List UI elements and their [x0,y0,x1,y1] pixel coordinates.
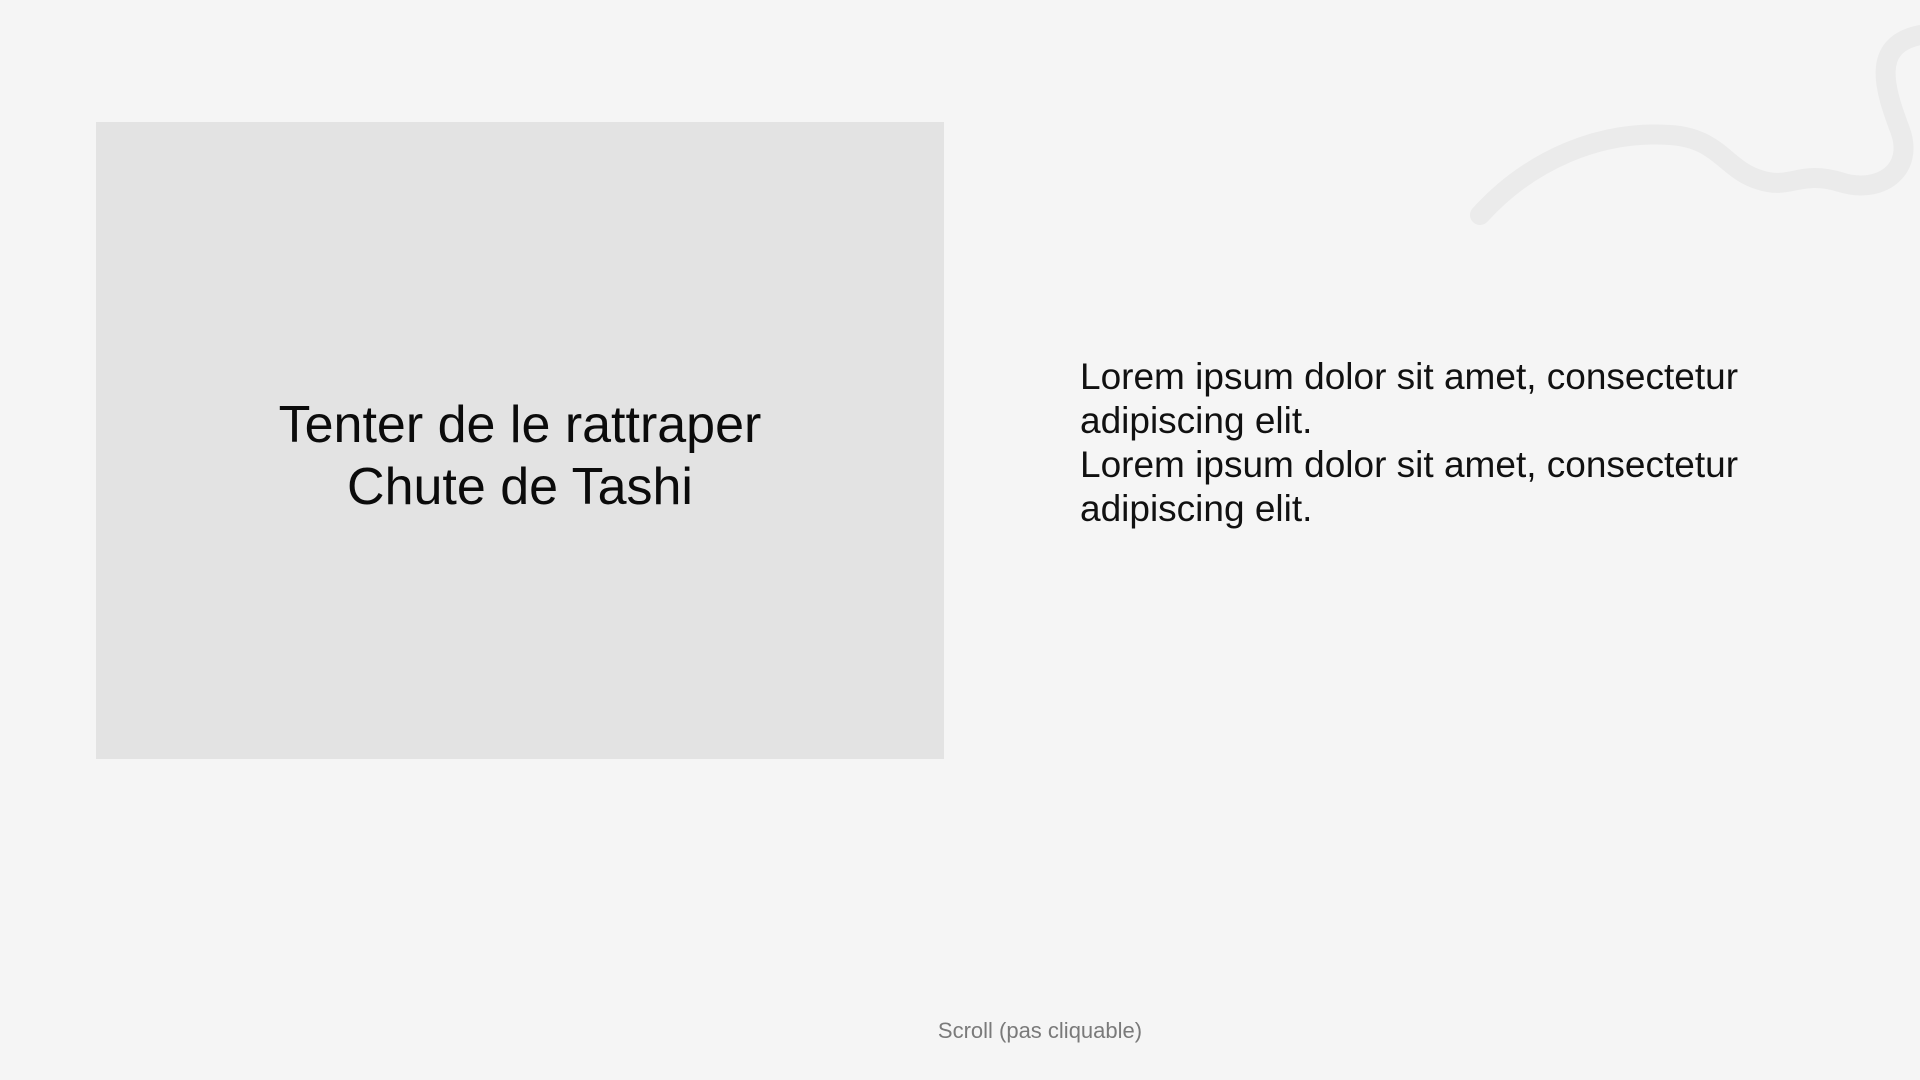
squiggle-decoration-icon [1470,25,1920,225]
page: Tenter de le rattraper Chute de Tashi Lo… [0,0,1920,1080]
media-caption: Tenter de le rattraper Chute de Tashi [279,394,762,518]
paragraph-2: Lorem ipsum dolor sit amet, consectetur … [1080,444,1739,529]
paragraph-1: Lorem ipsum dolor sit amet, consectetur … [1080,356,1739,441]
media-caption-line-2: Chute de Tashi [347,457,693,516]
media-placeholder: Tenter de le rattraper Chute de Tashi [96,122,944,759]
media-caption-line-1: Tenter de le rattraper [278,395,762,454]
scroll-hint: Scroll (pas cliquable) [937,1018,1143,1043]
body-text: Lorem ipsum dolor sit amet, consectetur … [1080,355,1800,531]
